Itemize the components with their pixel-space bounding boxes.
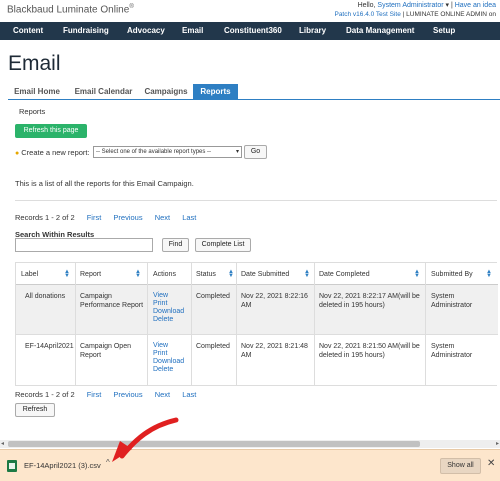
annotation-arrow-shaft — [119, 417, 179, 459]
annotation-arrow — [112, 417, 179, 462]
browser-page: Blackbaud Luminate Online® Hello, System… — [0, 0, 500, 481]
